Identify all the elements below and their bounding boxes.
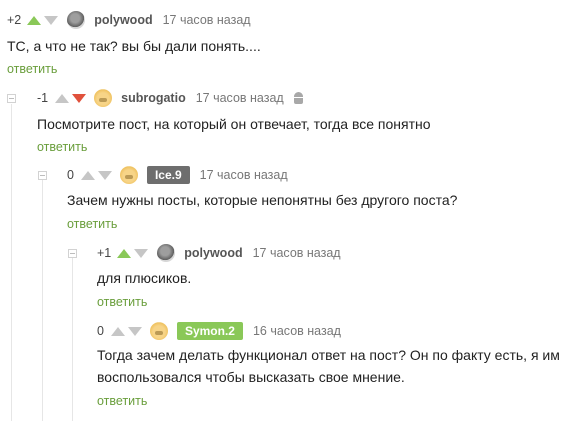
- author-name[interactable]: polywood: [184, 246, 242, 260]
- avatar[interactable]: [94, 89, 113, 107]
- android-icon: [293, 92, 304, 104]
- upvote-arrow-icon[interactable]: [27, 15, 42, 25]
- avatar[interactable]: [67, 11, 86, 29]
- comment-rating: +2: [7, 13, 22, 27]
- comment-time[interactable]: 17 часов назад: [163, 13, 251, 27]
- downvote-arrow-icon[interactable]: [127, 326, 142, 336]
- author-name[interactable]: subrogatio: [121, 91, 186, 105]
- collapse-toggle-icon[interactable]: [7, 94, 16, 103]
- reply-link[interactable]: ответить: [37, 140, 87, 154]
- thread-line: [42, 180, 43, 421]
- comment-time[interactable]: 17 часов назад: [200, 168, 288, 182]
- downvote-arrow-icon[interactable]: [97, 170, 112, 180]
- comment-rating: 0: [67, 168, 74, 182]
- avatar[interactable]: [157, 244, 176, 262]
- comment-time[interactable]: 17 часов назад: [196, 91, 284, 105]
- thread-line: [72, 258, 73, 421]
- collapse-toggle-icon[interactable]: [38, 171, 47, 180]
- reply-link[interactable]: ответить: [97, 295, 147, 309]
- comment-header: +1 polywood 17 часов назад: [97, 244, 341, 262]
- comment-text: воспользовался чтобы высказать свое мнен…: [97, 369, 405, 385]
- comment-header: +2 polywood 17 часов назад: [7, 11, 251, 29]
- thread-line: [11, 104, 12, 421]
- comment-text: Зачем нужны посты, которые непонятны без…: [67, 192, 458, 208]
- downvote-arrow-icon[interactable]: [134, 248, 149, 258]
- author-name[interactable]: polywood: [94, 13, 152, 27]
- comment-rating: -1: [37, 91, 49, 105]
- comment-time[interactable]: 17 часов назад: [253, 246, 341, 260]
- downvote-arrow-icon[interactable]: [72, 93, 87, 103]
- upvote-arrow-icon[interactable]: [80, 170, 95, 180]
- comment-rating: +1: [97, 246, 112, 260]
- comment-header: 0 Symon.2 16 часов назад: [97, 322, 341, 340]
- upvote-arrow-icon[interactable]: [110, 326, 125, 336]
- comment-text: Тогда зачем делать функционал ответ на п…: [97, 347, 560, 363]
- author-badge[interactable]: Ice.9: [146, 166, 190, 184]
- author-badge[interactable]: Symon.2: [176, 322, 243, 340]
- comment-header: -1 subrogatio 17 часов назад: [37, 89, 304, 107]
- reply-link[interactable]: ответить: [67, 217, 117, 231]
- upvote-arrow-icon[interactable]: [117, 248, 132, 258]
- reply-link[interactable]: ответить: [7, 62, 57, 76]
- reply-link[interactable]: ответить: [97, 394, 147, 408]
- upvote-arrow-icon[interactable]: [55, 93, 70, 103]
- comment-rating: 0: [97, 324, 104, 338]
- avatar[interactable]: [119, 166, 138, 184]
- comment-text: Посмотрите пост, на который он отвечает,…: [37, 116, 431, 132]
- downvote-arrow-icon[interactable]: [44, 15, 59, 25]
- comment-header: 0 Ice.9 17 часов назад: [67, 166, 288, 184]
- comment-text: ТС, а что не так? вы бы дали понять....: [7, 38, 261, 54]
- avatar[interactable]: [149, 322, 168, 340]
- collapse-toggle-icon[interactable]: [68, 249, 77, 258]
- comment-time[interactable]: 16 часов назад: [253, 324, 341, 338]
- comment-text: для плюсиков.: [97, 270, 192, 286]
